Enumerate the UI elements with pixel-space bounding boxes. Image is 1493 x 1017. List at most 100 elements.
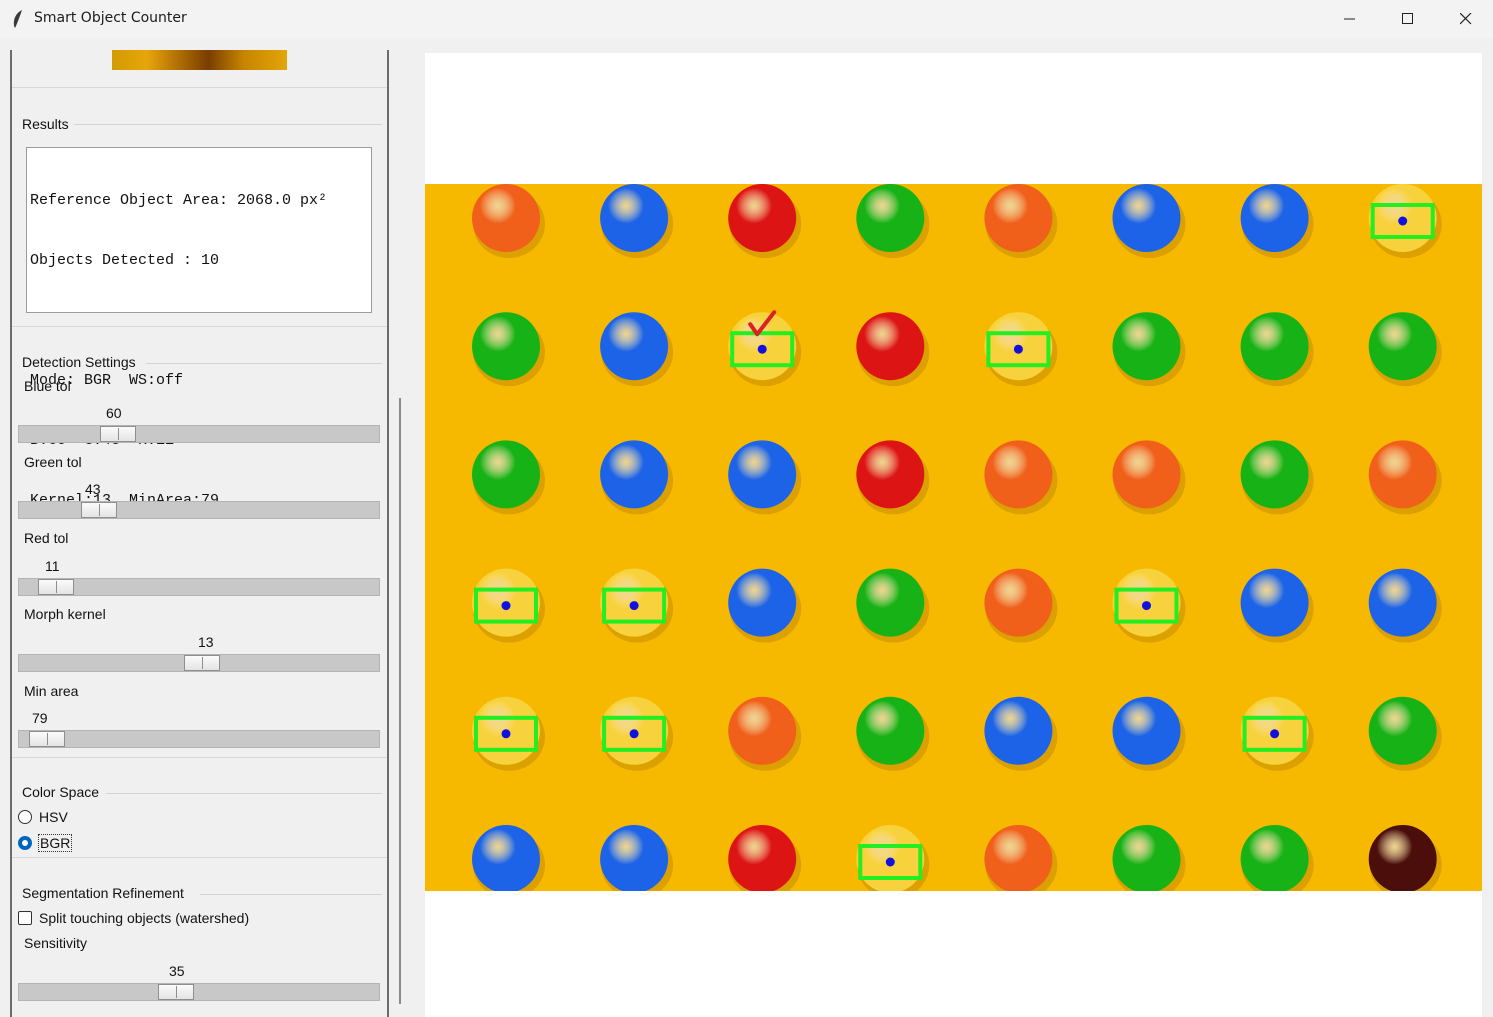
sensitivity-label: Sensitivity [24,935,88,951]
window-title: Smart Object Counter [34,10,187,26]
morph-kernel-value: 13 [198,634,214,650]
candy-blue [1240,184,1309,252]
group-line [106,793,382,794]
title-bar: Smart Object Counter [0,0,1493,38]
close-button[interactable] [1437,0,1493,38]
group-line [146,363,382,364]
bgr-radio[interactable] [18,836,32,850]
green-tol-slider[interactable] [18,501,380,519]
watershed-checkbox-label[interactable]: Split touching objects (watershed) [39,910,249,926]
panel-scrollbar[interactable] [399,398,401,1004]
maximize-button[interactable] [1379,0,1437,38]
morph-kernel-slider[interactable] [18,654,380,672]
slider-thumb[interactable] [81,502,117,518]
slider-thumb[interactable] [184,655,220,671]
min-area-label: Min area [24,683,79,699]
candy-red [728,825,797,891]
candy-blue [728,440,797,509]
sensitivity-slider[interactable] [18,983,380,1001]
red-tol-slider[interactable] [18,578,380,596]
hsv-radio-label[interactable]: HSV [39,809,68,825]
blue-tol-label: Blue tol [24,378,71,394]
detection-center [1013,344,1023,354]
results-label: Results [22,116,69,132]
watershed-checkbox[interactable] [18,911,32,925]
divider [12,757,387,758]
group-line [74,124,382,125]
detection-center [501,729,511,739]
candy-blue [1368,568,1437,637]
candy-orange [1368,440,1437,509]
slider-thumb[interactable] [158,984,194,1000]
detection-center [501,601,511,611]
detection-center [757,344,767,354]
results-line: Mode: BGR WS:off [30,372,184,389]
maximize-icon [1402,13,1413,24]
green-tol-value: 43 [85,481,101,497]
candy-blue [1112,696,1181,765]
sensitivity-value: 35 [169,963,185,979]
divider [12,326,387,327]
candy-red [856,440,925,509]
candy-green [856,184,925,252]
detection-canvas [425,184,1482,891]
group-line [200,894,382,895]
divider [12,87,387,88]
candy-blue [600,825,669,891]
candy-green [1240,312,1309,381]
slider-thumb[interactable] [100,426,136,442]
candy-green [1368,696,1437,765]
segmentation-label: Segmentation Refinement [22,885,184,901]
blue-tol-value: 60 [106,405,122,421]
candy-green [472,312,540,381]
results-text-area[interactable]: Reference Object Area: 2068.0 px² Object… [26,147,372,509]
detection-settings-label: Detection Settings [22,354,136,370]
candy-green [1240,440,1309,509]
minimize-icon [1344,18,1355,20]
morph-kernel-label: Morph kernel [24,606,106,622]
candy-blue [472,825,540,891]
reference-object-preview [112,50,287,70]
candy-orange [728,696,797,765]
candy-blue [728,568,797,637]
divider [12,857,387,858]
candy-orange [984,825,1053,891]
detection-center [885,857,895,867]
minimize-button[interactable] [1321,0,1379,38]
candy-orange [472,184,540,252]
min-area-value: 79 [32,710,48,726]
green-tol-label: Green tol [24,454,82,470]
client-area: Results Reference Object Area: 2068.0 px… [0,38,1493,1017]
red-tol-value: 11 [45,558,60,574]
candy-orange [984,184,1053,252]
candy-green [1112,312,1181,381]
candy-blue [600,440,669,509]
image-background [425,184,1482,891]
feather-icon [13,10,22,28]
candy-blue [984,696,1053,765]
candy-green [856,696,925,765]
control-panel[interactable]: Results Reference Object Area: 2068.0 px… [10,50,389,1017]
hsv-radio[interactable] [18,810,32,824]
candy-green [472,440,540,509]
red-tol-label: Red tol [24,530,69,546]
results-line: ​ [30,311,371,331]
bgr-radio-label[interactable]: BGR [37,834,73,852]
candy-orange [984,440,1053,509]
candy-blue [1240,568,1309,637]
results-line: Objects Detected : 10 [30,252,220,269]
candy-green [1368,312,1437,381]
min-area-slider[interactable] [18,730,380,748]
candy-red [728,184,797,252]
candy-brown [1368,825,1437,891]
detection-center [1142,601,1151,611]
detection-center [629,729,639,739]
slider-thumb[interactable] [38,579,74,595]
close-icon [1460,13,1472,25]
blue-tol-slider[interactable] [18,425,380,443]
candy-blue [600,312,669,381]
candy-red [856,312,925,381]
slider-thumb[interactable] [29,731,65,747]
candy-green [1240,825,1309,891]
results-line: Reference Object Area: 2068.0 px² [30,192,328,209]
